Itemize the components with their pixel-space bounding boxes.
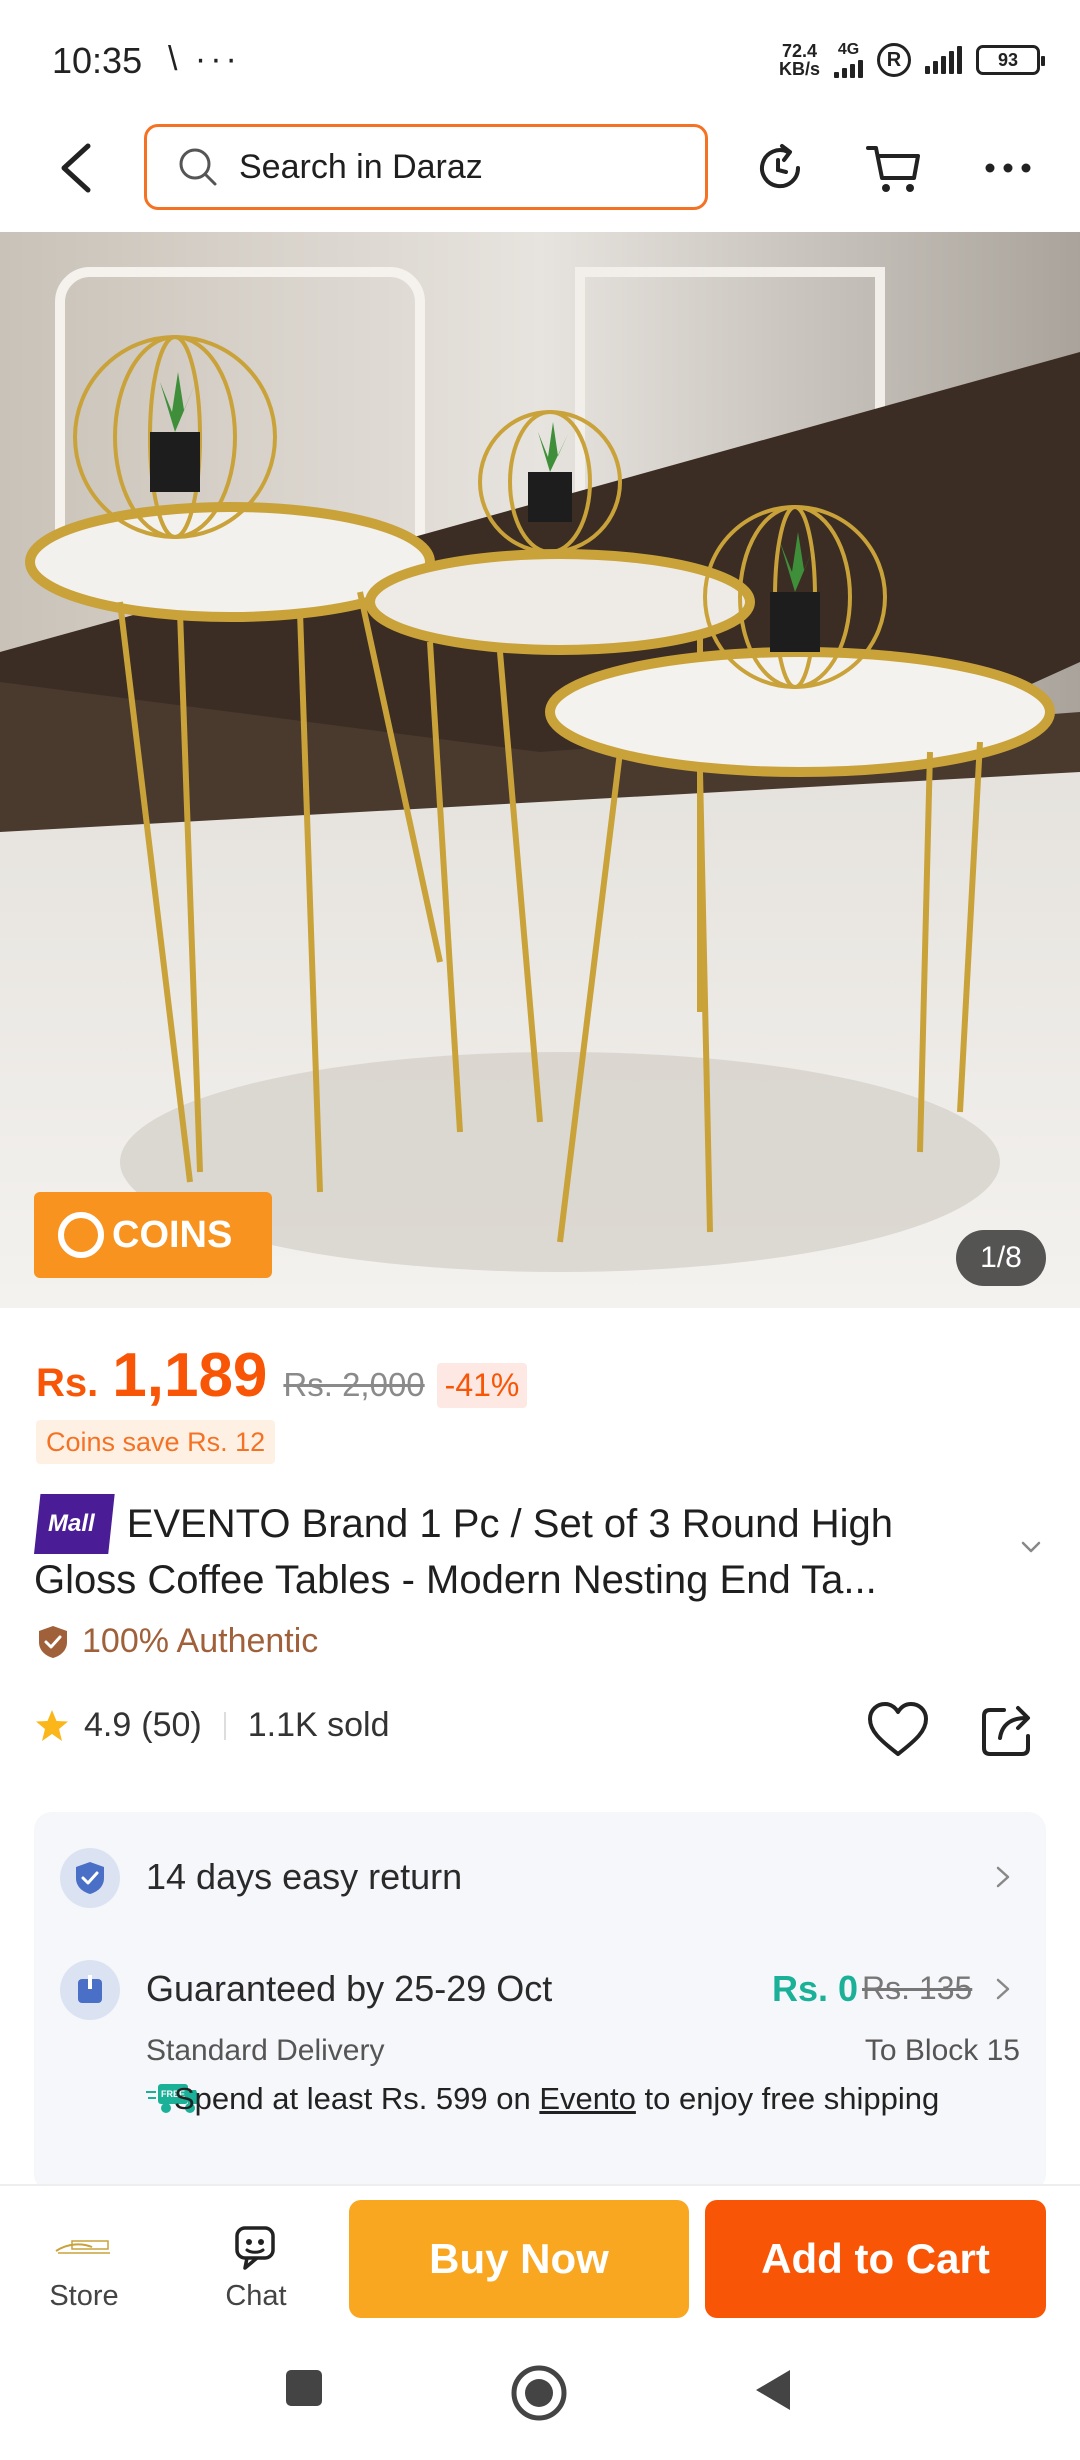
authentic-label: 100% Authentic	[82, 1622, 319, 1660]
store-logo-icon	[14, 2222, 154, 2272]
return-policy-text[interactable]: 14 days easy return	[146, 1856, 462, 1898]
signal-4g-icon: 4G	[834, 42, 863, 78]
share-icon[interactable]	[978, 1700, 1038, 1760]
status-time: 10:35	[52, 40, 143, 81]
search-header: Search in Daraz	[0, 120, 1080, 232]
coins-badge-label: COINS	[112, 1213, 233, 1256]
delivery-guarantee[interactable]: Guaranteed by 25-29 Oct	[146, 1968, 552, 2010]
coin-icon	[58, 1212, 104, 1258]
chat-icon	[186, 2222, 326, 2272]
image-counter: 1/8	[956, 1230, 1046, 1286]
home-icon[interactable]	[510, 2364, 568, 2422]
delivery-location: To Block 15	[864, 2034, 1020, 2067]
chevron-down-icon[interactable]	[1018, 1534, 1044, 1560]
delivery-fee: Rs. 0	[772, 1968, 859, 2009]
rating-row[interactable]: 4.9 (50) 1.1K sold	[34, 1706, 390, 1745]
discount-badge: -41%	[436, 1363, 528, 1408]
status-right-group: 72.4 KB/s 4G R 93	[779, 42, 1045, 78]
price-currency: Rs.	[36, 1361, 99, 1405]
back-arrow-icon[interactable]	[52, 138, 102, 198]
product-image[interactable]: COINS 1/8	[0, 232, 1080, 1308]
product-title-text: EVENTO Brand 1 Pc / Set of 3 Round High …	[34, 1502, 894, 1602]
return-shield-icon	[60, 1848, 120, 1908]
rating-count: (50)	[141, 1706, 202, 1744]
status-notification-icons: \ ···	[168, 40, 241, 78]
store-button[interactable]: Store	[14, 2222, 154, 2313]
more-icon[interactable]	[976, 136, 1040, 200]
price-row: Rs. 1,189 Rs. 2,000 -41%	[36, 1340, 528, 1411]
delivery-type: Standard Delivery	[146, 2034, 385, 2067]
chat-label: Chat	[225, 2280, 287, 2312]
original-price: Rs. 2,000	[283, 1366, 425, 1403]
network-speed-unit: KB/s	[778, 59, 820, 79]
free-shipping-note: Spend at least Rs. 599 on Evento to enjo…	[174, 2082, 954, 2116]
authentic-badge[interactable]: 100% Authentic	[36, 1622, 318, 1661]
back-nav-icon[interactable]	[752, 2366, 794, 2414]
chevron-right-icon[interactable]	[994, 1864, 1012, 1890]
delivery-box-icon	[60, 1960, 120, 2020]
network-speed-value: 72.4	[781, 41, 818, 61]
search-icon	[179, 148, 217, 186]
buy-now-button[interactable]: Buy Now	[349, 2200, 689, 2318]
store-link[interactable]: Evento	[539, 2081, 636, 2116]
sold-count: 1.1K sold	[247, 1706, 390, 1744]
signal-strength-icon	[925, 46, 962, 74]
registered-icon: R	[877, 43, 911, 77]
cart-icon[interactable]	[862, 136, 926, 200]
service-card: 14 days easy return Guaranteed by 25-29 …	[34, 1812, 1046, 2192]
store-label: Store	[49, 2280, 119, 2312]
divider	[223, 1711, 226, 1740]
coins-badge: COINS	[34, 1192, 272, 1278]
chevron-right-icon[interactable]	[994, 1976, 1012, 2002]
ship-note-suffix: to enjoy free shipping	[635, 2081, 940, 2116]
search-placeholder: Search in Daraz	[239, 147, 483, 186]
network-type: 4G	[837, 41, 860, 58]
search-input[interactable]: Search in Daraz	[144, 124, 708, 210]
bottom-action-bar: Store Chat Buy Now Add to Cart	[0, 2184, 1080, 2344]
delivery-fee-original: Rs. 135	[862, 1970, 973, 2006]
product-photo-illustration	[0, 232, 1080, 1308]
battery-icon: 93	[976, 45, 1045, 75]
recents-icon[interactable]	[282, 2366, 326, 2410]
heart-icon[interactable]	[866, 1700, 930, 1760]
network-speed: 72.4 KB/s	[779, 42, 820, 78]
shield-check-icon	[39, 1625, 67, 1658]
rating-value: 4.9	[84, 1706, 132, 1744]
mall-tag: Mall	[34, 1494, 115, 1554]
star-icon	[36, 1709, 68, 1741]
coins-save-tag: Coins save Rs. 12	[36, 1420, 276, 1464]
system-nav-bar	[0, 2344, 1080, 2460]
add-to-cart-button[interactable]: Add to Cart	[705, 2200, 1046, 2318]
chat-button[interactable]: Chat	[186, 2222, 326, 2313]
product-title[interactable]: Mall EVENTO Brand 1 Pc / Set of 3 Round H…	[34, 1494, 1004, 1606]
history-refresh-icon[interactable]	[748, 136, 812, 200]
price-value: 1,189	[112, 1341, 268, 1410]
ship-note-prefix: Spend at least Rs. 599 on	[174, 2081, 540, 2116]
status-bar: 10:35 \ ··· 72.4 KB/s 4G R 93	[0, 0, 1080, 120]
